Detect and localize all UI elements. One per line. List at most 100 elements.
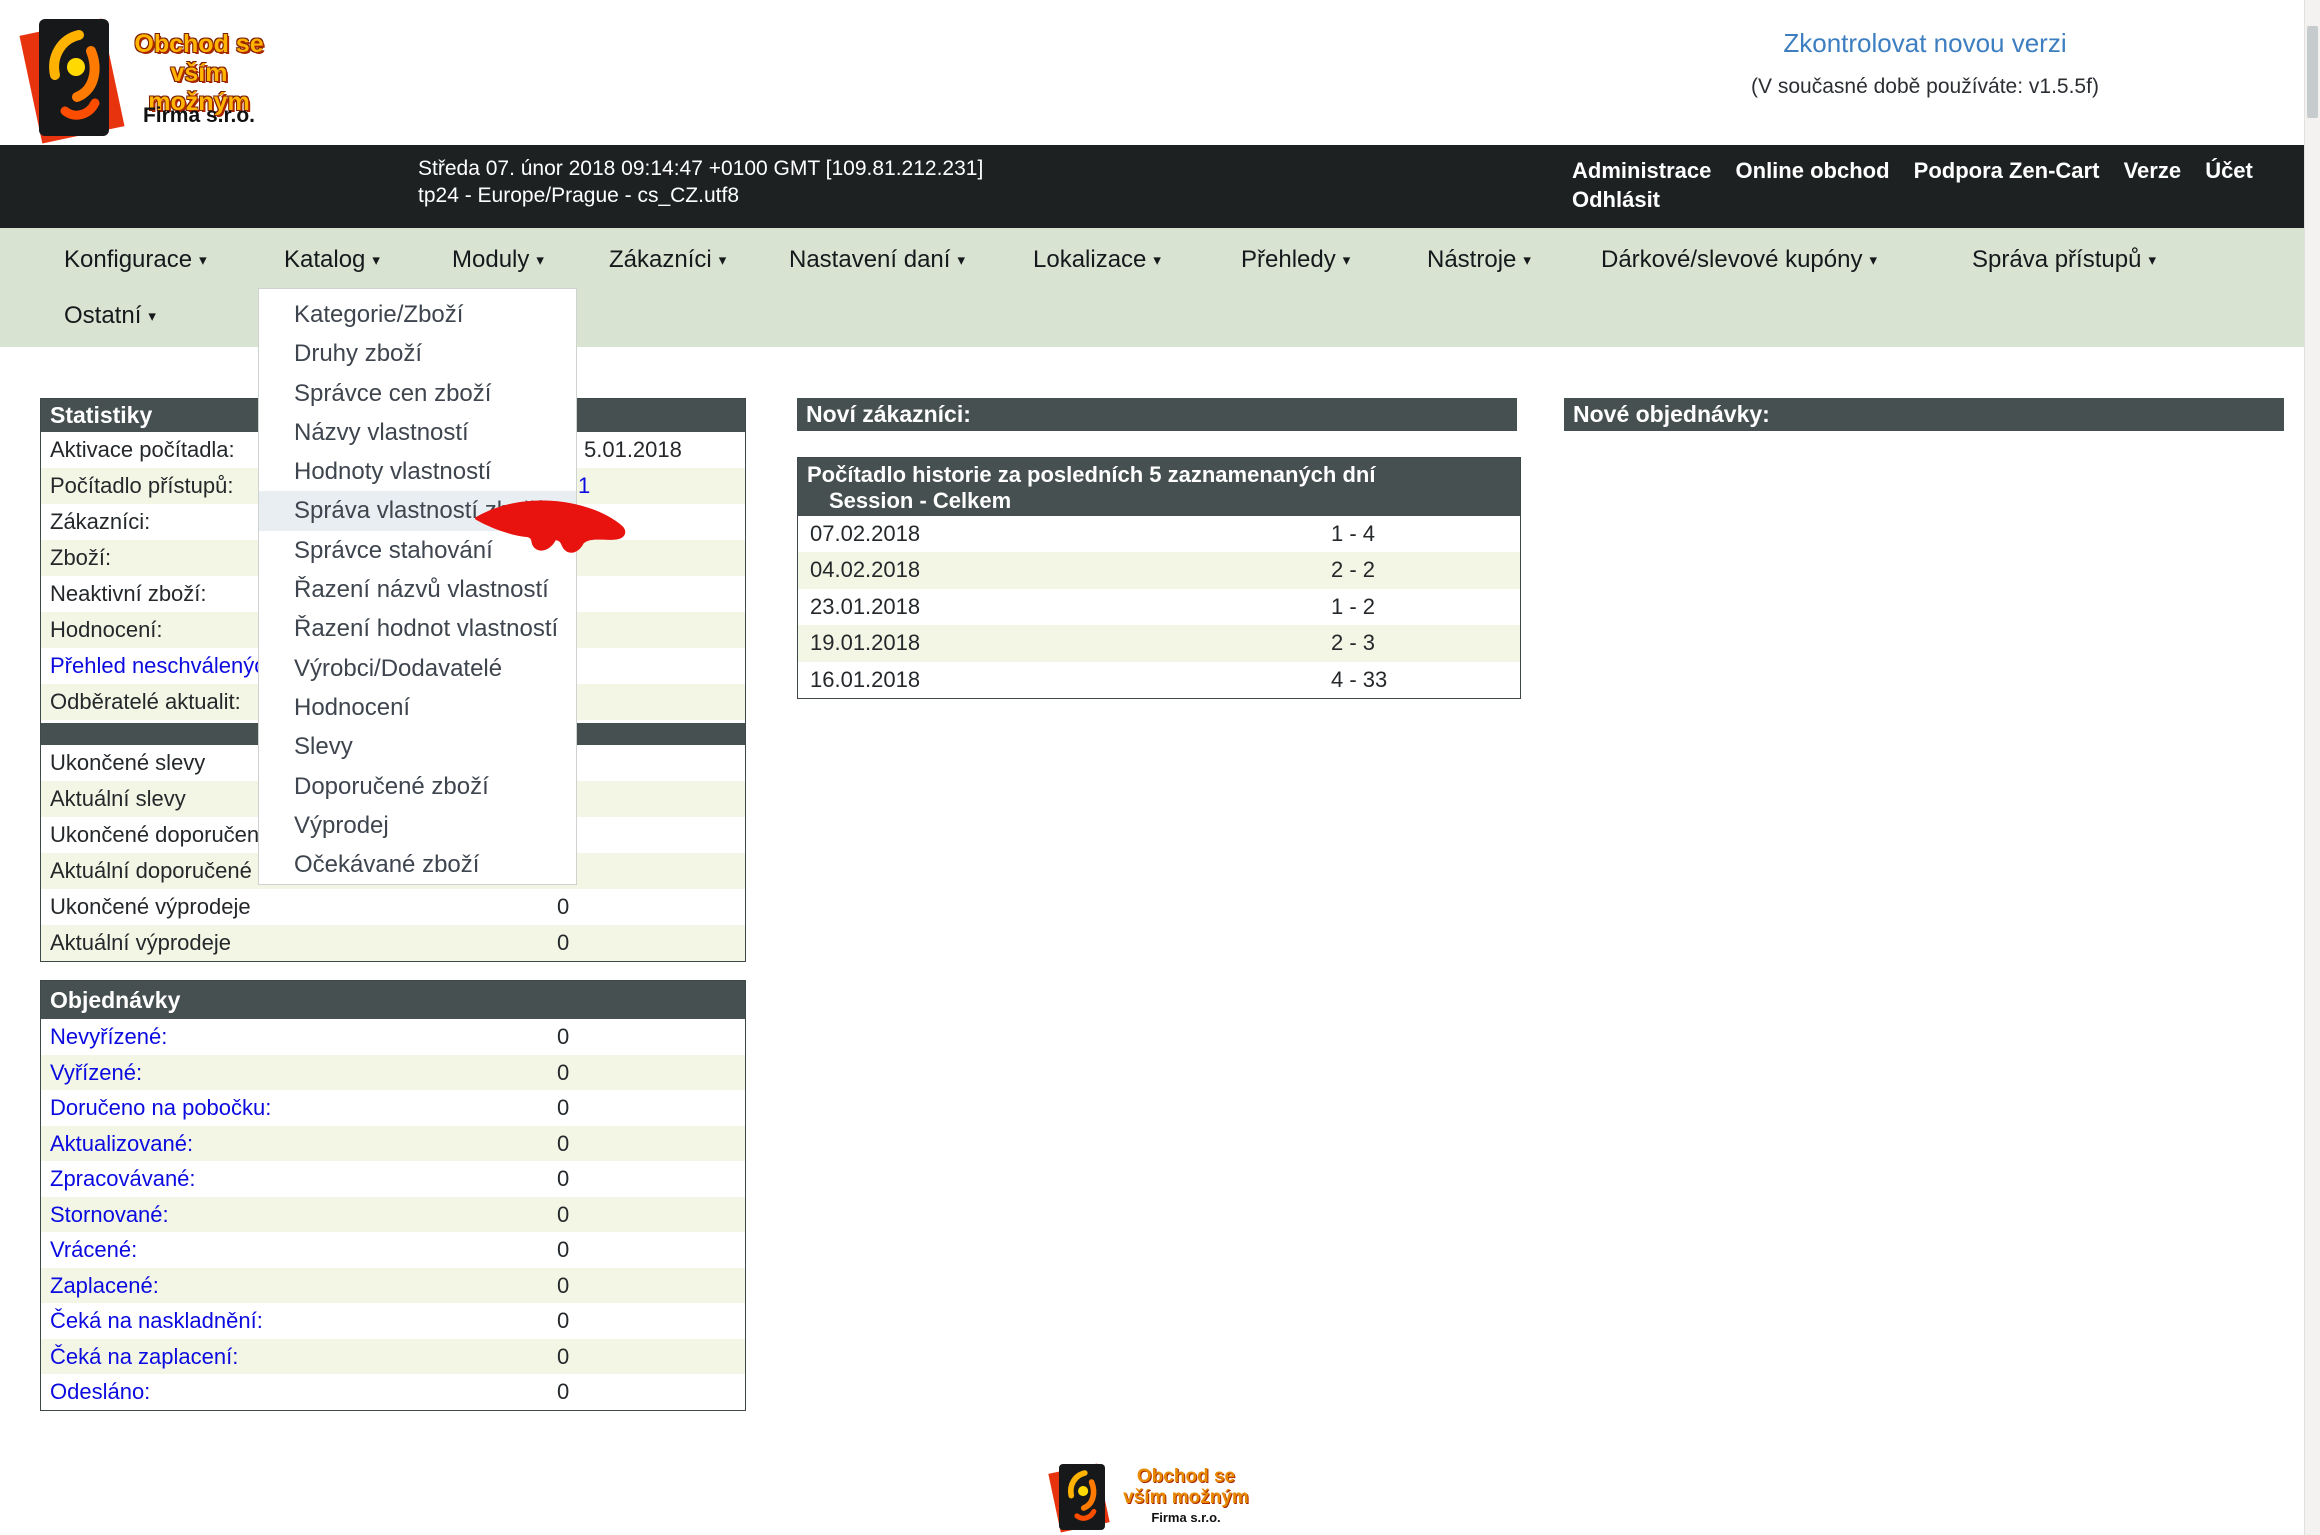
menu-nastaveni-dani[interactable]: Nastavení daní ▾ xyxy=(789,242,965,278)
link-podpora-zen-cart[interactable]: Podpora Zen-Cart xyxy=(1914,158,2100,183)
menu-label: Nástroje xyxy=(1427,246,1516,273)
menu-label: Moduly xyxy=(452,246,529,273)
dropdown-item-spravce-stahovani[interactable]: Správce stahování xyxy=(259,531,576,570)
menu-label: Katalog xyxy=(284,246,365,273)
menu-label: Nastavení daní xyxy=(789,246,950,273)
stat-label: Zboží: xyxy=(50,540,111,576)
stat-label: Ukončené výprodeje xyxy=(50,889,251,925)
stat-label: Zákazníci: xyxy=(50,504,150,540)
chevron-down-icon: ▾ xyxy=(1869,252,1877,269)
order-status-row: Stornované: 0 xyxy=(41,1197,745,1233)
stat-label: Ukončené doporučen xyxy=(50,817,259,853)
link-ucet[interactable]: Účet xyxy=(2205,158,2253,183)
order-status-row: Odesláno:0 xyxy=(41,1374,745,1410)
dropdown-item-ocekavane-zbozi[interactable]: Očekávané zboží xyxy=(259,845,576,884)
dropdown-item-nazvy-vlastnosti[interactable]: Názvy vlastností xyxy=(259,413,576,452)
dropdown-item-sprava-vlastnosti-zbozi[interactable]: Správa vlastností zboží xyxy=(259,491,576,530)
menu-sprava-pristupu[interactable]: Správa přístupů▾ xyxy=(1972,242,2156,278)
stat-value: 0 xyxy=(557,889,569,925)
menu-prehledy[interactable]: Přehledy▾ xyxy=(1241,242,1350,278)
menu-moduly[interactable]: Moduly▾ xyxy=(452,242,544,278)
dropdown-item-hodnoceni[interactable]: Hodnocení xyxy=(259,688,576,727)
catalog-dropdown-menu: Kategorie/Zboží Druhy zboží Správce cen … xyxy=(258,288,577,885)
chevron-down-icon: ▾ xyxy=(719,252,727,269)
order-status-row: Čeká na zaplacení: 0 xyxy=(41,1339,745,1375)
order-count: 0 xyxy=(557,1055,569,1091)
order-status-link[interactable]: Stornované: xyxy=(50,1197,169,1233)
menu-label: Lokalizace xyxy=(1033,246,1146,273)
order-status-row: Zaplacené: 0 xyxy=(41,1268,745,1304)
dropdown-item-hodnoty-vlastnosti[interactable]: Hodnoty vlastností xyxy=(259,452,576,491)
chevron-down-icon: ▾ xyxy=(1523,252,1531,269)
order-status-link[interactable]: Doručeno na pobočku: xyxy=(50,1090,271,1126)
order-status-link[interactable]: Odesláno: xyxy=(50,1374,150,1410)
menu-darkove-kupony[interactable]: Dárkové/slevové kupóny▾ xyxy=(1601,242,1877,278)
vertical-scrollbar[interactable] xyxy=(2304,0,2320,1535)
stat-row: Ukončené výprodeje 0 xyxy=(41,889,745,925)
link-administrace[interactable]: Administrace xyxy=(1572,158,1711,183)
order-count: 0 xyxy=(557,1126,569,1162)
dropdown-item-druhy-zbozi[interactable]: Druhy zboží xyxy=(259,334,576,373)
version-box: Zkontrolovat novou verzi (V současné dob… xyxy=(1690,28,2160,99)
menu-zakaznici[interactable]: Zákazníci▾ xyxy=(609,242,726,278)
brand-company: Firma s.r.o. xyxy=(119,104,279,128)
counter-history-title: Počítadlo historie za posledních 5 zazna… xyxy=(798,458,1520,516)
store-logo: Obchod se vším možným Firma s.r.o. xyxy=(16,6,356,144)
menu-nastroje[interactable]: Nástroje ▾ xyxy=(1427,242,1531,278)
stat-value-link[interactable]: 1 xyxy=(578,468,590,504)
order-status-link[interactable]: Vyřízené: xyxy=(50,1055,142,1091)
menu-lokalizace[interactable]: Lokalizace▾ xyxy=(1033,242,1161,278)
order-status-link[interactable]: Zpracovávané: xyxy=(50,1161,196,1197)
dropdown-item-spravce-cen-zbozi[interactable]: Správce cen zboží xyxy=(259,374,576,413)
stat-row: Aktuální výprodeje0 xyxy=(41,925,745,961)
counter-date: 19.01.2018 xyxy=(810,625,920,661)
stat-label-link[interactable]: Přehled neschválených xyxy=(50,648,277,684)
dropdown-item-doporucene-zbozi[interactable]: Doporučené zboží xyxy=(259,767,576,806)
brand-line1: Obchod se xyxy=(1116,1466,1256,1487)
order-status-link[interactable]: Vrácené: xyxy=(50,1232,137,1268)
order-status-link[interactable]: Čeká na naskladnění: xyxy=(50,1303,263,1339)
dropdown-item-razeni-nazvu-vlastnosti[interactable]: Řazení názvů vlastností xyxy=(259,570,576,609)
order-status-link[interactable]: Nevyřízené: xyxy=(50,1019,167,1055)
logo-swirl-icon xyxy=(39,19,109,136)
counter-row: 16.01.20184 - 33 xyxy=(798,662,1520,698)
top-status-bar: Středa 07. únor 2018 09:14:47 +0100 GMT … xyxy=(0,145,2304,228)
dropdown-item-vyrobci-dodavatele[interactable]: Výrobci/Dodavatelé xyxy=(259,649,576,688)
order-count: 0 xyxy=(557,1268,569,1304)
menu-katalog[interactable]: Katalog▾ xyxy=(284,242,380,278)
counter-row: 23.01.20181 - 2 xyxy=(798,589,1520,625)
order-status-link[interactable]: Čeká na zaplacení: xyxy=(50,1339,238,1375)
check-new-version-link[interactable]: Zkontrolovat novou verzi xyxy=(1690,28,2160,59)
dropdown-item-slevy[interactable]: Slevy xyxy=(259,727,576,766)
order-count: 0 xyxy=(557,1197,569,1233)
order-count: 0 xyxy=(557,1339,569,1375)
order-status-row: Vrácené:0 xyxy=(41,1232,745,1268)
menu-konfigurace[interactable]: Konfigurace▾ xyxy=(64,242,207,278)
counter-date: 04.02.2018 xyxy=(810,552,920,588)
link-online-obchod[interactable]: Online obchod xyxy=(1736,158,1890,183)
new-orders-header: Nové objednávky: xyxy=(1564,398,2284,431)
counter-date: 07.02.2018 xyxy=(810,516,920,552)
link-odhlasit[interactable]: Odhlásit xyxy=(1572,187,1660,212)
dropdown-item-vyprodej[interactable]: Výprodej xyxy=(259,806,576,845)
stat-label: Aktuální slevy xyxy=(50,781,186,817)
brand-line2: vším možným xyxy=(1116,1487,1256,1508)
dropdown-item-razeni-hodnot-vlastnosti[interactable]: Řazení hodnot vlastností xyxy=(259,609,576,648)
scrollbar-thumb[interactable] xyxy=(2307,26,2318,118)
order-status-link[interactable]: Aktualizované: xyxy=(50,1126,193,1162)
link-verze[interactable]: Verze xyxy=(2124,158,2182,183)
counter-title-line1: Počítadlo historie za posledních 5 zazna… xyxy=(807,462,1511,488)
menu-label: Ostatní xyxy=(64,302,141,329)
dropdown-item-kategorie-zbozi[interactable]: Kategorie/Zboží xyxy=(259,295,576,334)
order-status-row: Zpracovávané:0 xyxy=(41,1161,745,1197)
menu-ostatni[interactable]: Ostatní▾ xyxy=(64,298,156,334)
counter-value: 4 - 33 xyxy=(1331,662,1387,698)
stat-value: 0 xyxy=(557,925,569,961)
stat-label: Ukončené slevy xyxy=(50,745,205,781)
chevron-down-icon: ▾ xyxy=(957,252,965,269)
server-datetime: Středa 07. únor 2018 09:14:47 +0100 GMT … xyxy=(418,155,983,209)
footer-store-logo: Obchod se vším možným Firma s.r.o. xyxy=(1050,1458,1290,1535)
brand-line1: Obchod se xyxy=(119,30,279,59)
menu-label: Konfigurace xyxy=(64,246,192,273)
order-status-link[interactable]: Zaplacené: xyxy=(50,1268,159,1304)
